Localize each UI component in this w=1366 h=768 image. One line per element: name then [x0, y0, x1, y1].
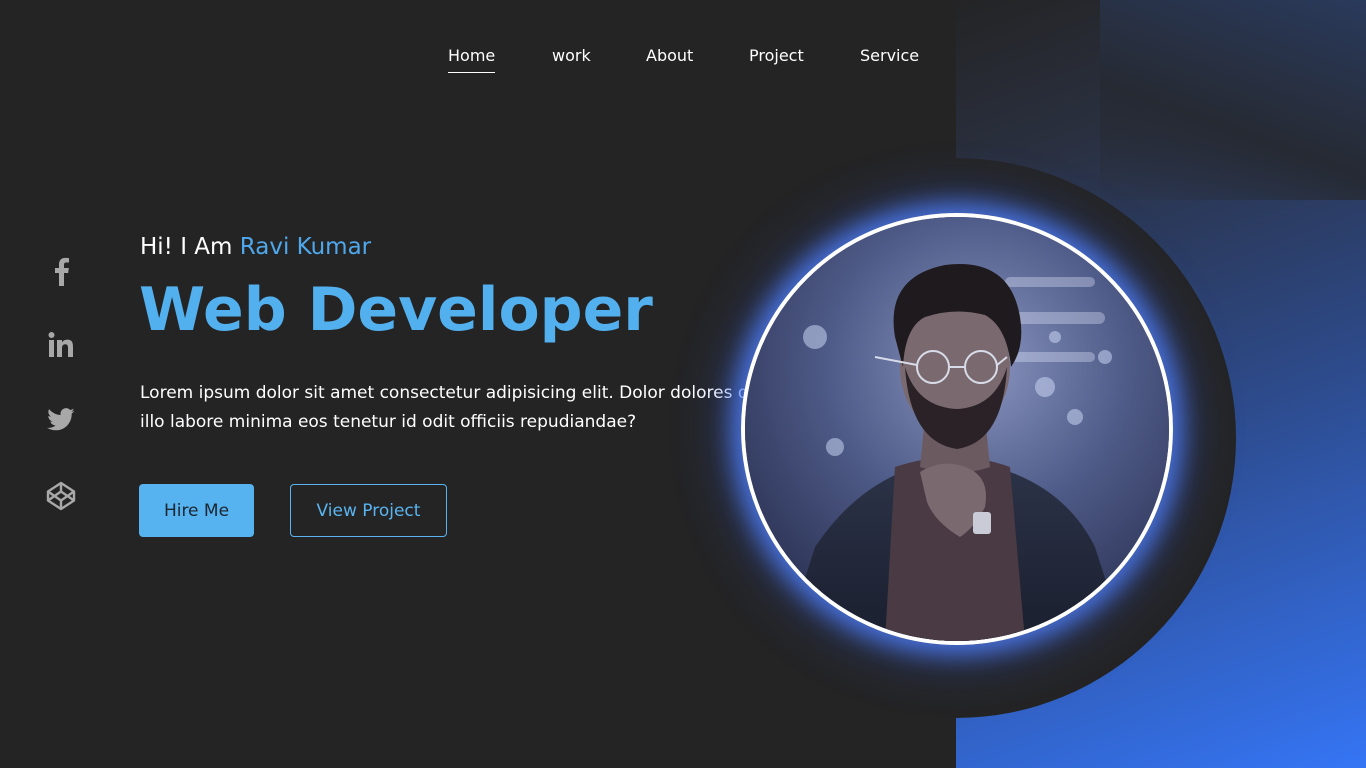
main-nav: Home work About Project Service	[0, 46, 1366, 76]
profile-photo	[741, 213, 1173, 645]
hero-description: Lorem ipsum dolor sit amet consectetur a…	[140, 383, 780, 432]
view-project-button[interactable]: View Project	[290, 484, 447, 537]
twitter-icon[interactable]	[44, 403, 78, 437]
nav-item-work[interactable]: work	[552, 46, 591, 72]
linkedin-icon[interactable]	[44, 328, 78, 362]
greeting-prefix: Hi! I Am	[140, 234, 233, 260]
nav-item-service[interactable]: Service	[860, 46, 919, 72]
background-gradient-top	[1100, 0, 1366, 200]
hero-greeting: Hi! I Am Ravi Kumar	[140, 234, 371, 260]
facebook-icon[interactable]	[44, 254, 78, 288]
hero-title: Web Developer	[139, 275, 653, 345]
nav-item-project[interactable]: Project	[749, 46, 804, 72]
hire-me-button[interactable]: Hire Me	[139, 484, 254, 537]
nav-item-about[interactable]: About	[646, 46, 693, 72]
nav-item-home[interactable]: Home	[448, 46, 496, 73]
codepen-icon[interactable]	[44, 479, 78, 513]
hero-name: Ravi Kumar	[239, 234, 372, 260]
page: Home work About Project Service Hi! I Am…	[0, 0, 1366, 768]
